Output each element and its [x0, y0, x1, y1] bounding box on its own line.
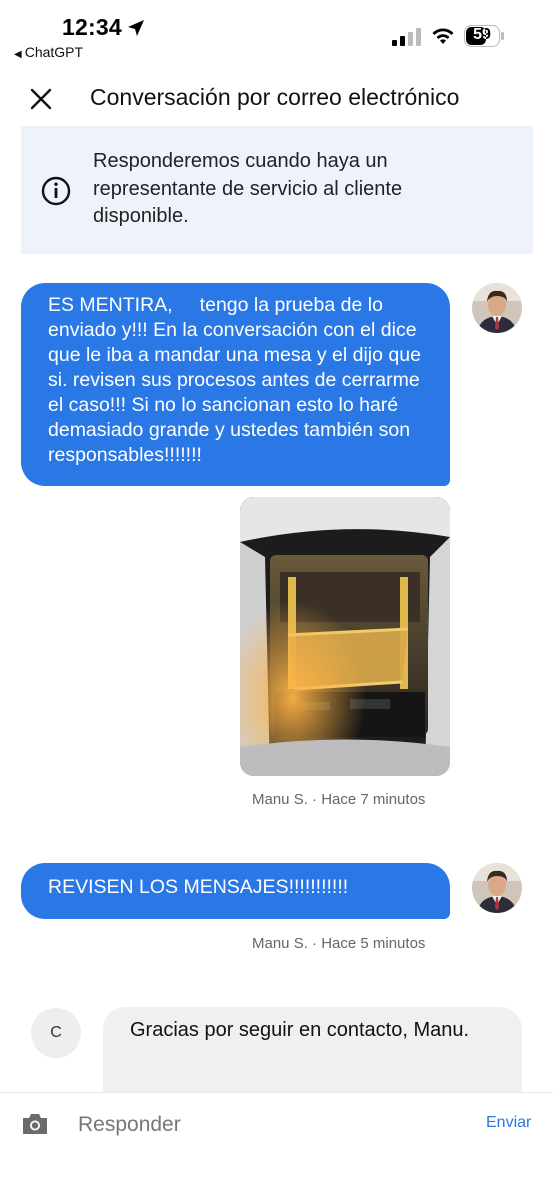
attached-photo[interactable] [240, 497, 450, 776]
reply-input[interactable] [78, 1108, 458, 1142]
battery-indicator: 59 [464, 25, 504, 47]
back-triangle-icon: ◀ [14, 49, 22, 60]
send-button[interactable]: Enviar [486, 1114, 531, 1132]
cellular-signal-icon [392, 28, 421, 46]
status-time: 12:34 [62, 14, 122, 40]
avatar [472, 863, 522, 913]
wifi-icon [432, 28, 454, 44]
page-title: Conversación por correo electrónico [90, 84, 460, 110]
back-app-label: ChatGPT [24, 44, 84, 60]
location-arrow-icon [128, 20, 144, 36]
banner-text: Responderemos cuando haya un representan… [93, 150, 403, 227]
close-icon[interactable] [26, 84, 56, 114]
user-message-bubble: ES MENTIRA, tengo la prueba de lo enviad… [21, 283, 450, 486]
message-meta: Manu S. · Hace 7 minutos [252, 791, 426, 808]
battery-level: 59 [473, 26, 491, 43]
back-to-app-link[interactable]: ◀ ChatGPT [14, 44, 83, 60]
message-meta: Manu S. · Hace 5 minutos [252, 935, 426, 952]
avatar [472, 283, 522, 333]
agent-avatar: C [31, 1008, 81, 1058]
user-message-bubble: REVISEN LOS MENSAJES!!!!!!!!!!! [21, 863, 450, 919]
info-icon [41, 176, 71, 206]
camera-icon[interactable] [21, 1112, 49, 1136]
